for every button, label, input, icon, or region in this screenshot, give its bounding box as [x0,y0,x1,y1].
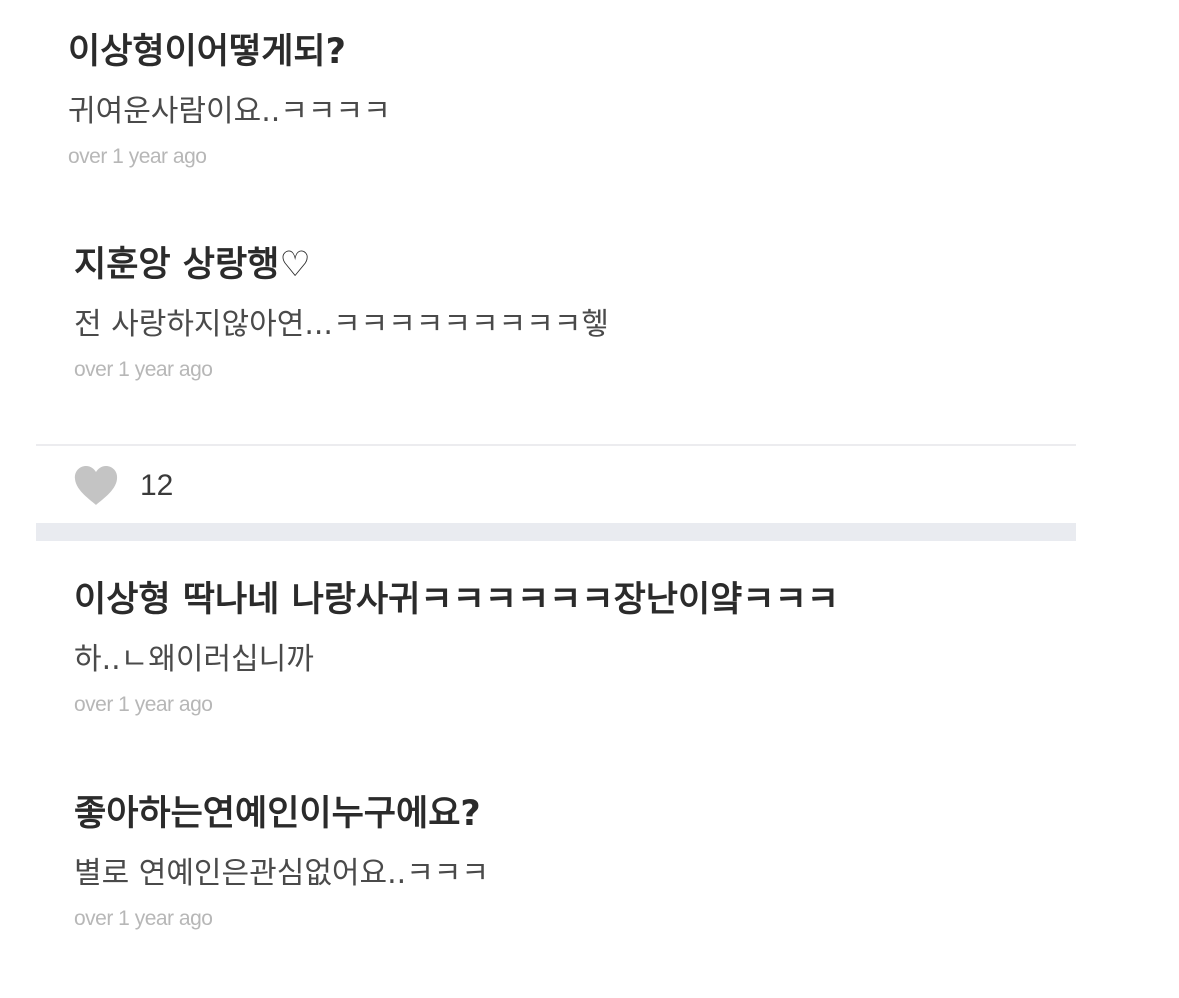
heart-icon [74,466,118,505]
timestamp: over 1 year ago [74,358,213,381]
question-text: 지훈앙 상랑행♡ [74,245,311,285]
like-count: 12 [140,469,174,502]
timestamp: over 1 year ago [74,693,213,716]
answer-text: 전 사랑하지않아연...ㅋㅋㅋㅋㅋㅋㅋㅋㅋ헿 [74,307,609,342]
qa-item: 좋아하는연예인이누구에요? 별로 연예인은관심없어요..ㅋㅋㅋ over 1 y… [74,792,489,932]
section-divider [36,523,1076,541]
question-text: 이상형이어떻게되? [68,32,346,72]
question-text: 이상형 딱나네 나랑사귀ㅋㅋㅋㅋㅋㅋ장난이얔ㅋㅋㅋ [74,580,839,620]
divider [36,444,1076,446]
timestamp: over 1 year ago [68,145,207,168]
qa-item: 이상형 딱나네 나랑사귀ㅋㅋㅋㅋㅋㅋ장난이얔ㅋㅋㅋ 하..ㄴ왜이러십니까 ove… [74,578,839,718]
answer-text: 별로 연예인은관심없어요..ㅋㅋㅋ [74,856,490,891]
qa-item: 지훈앙 상랑행♡ 전 사랑하지않아연...ㅋㅋㅋㅋㅋㅋㅋㅋㅋ헿 over 1 y… [74,243,609,383]
qa-item: 이상형이어떻게되? 귀여운사람이요..ㅋㅋㅋㅋ over 1 year ago [68,30,391,170]
answer-text: 하..ㄴ왜이러십니까 [74,642,314,677]
like-bar: 12 [72,462,173,510]
like-button[interactable] [72,465,120,507]
timestamp: over 1 year ago [74,907,213,930]
answer-text: 귀여운사람이요..ㅋㅋㅋㅋ [68,94,391,129]
question-text: 좋아하는연예인이누구에요? [74,794,481,834]
